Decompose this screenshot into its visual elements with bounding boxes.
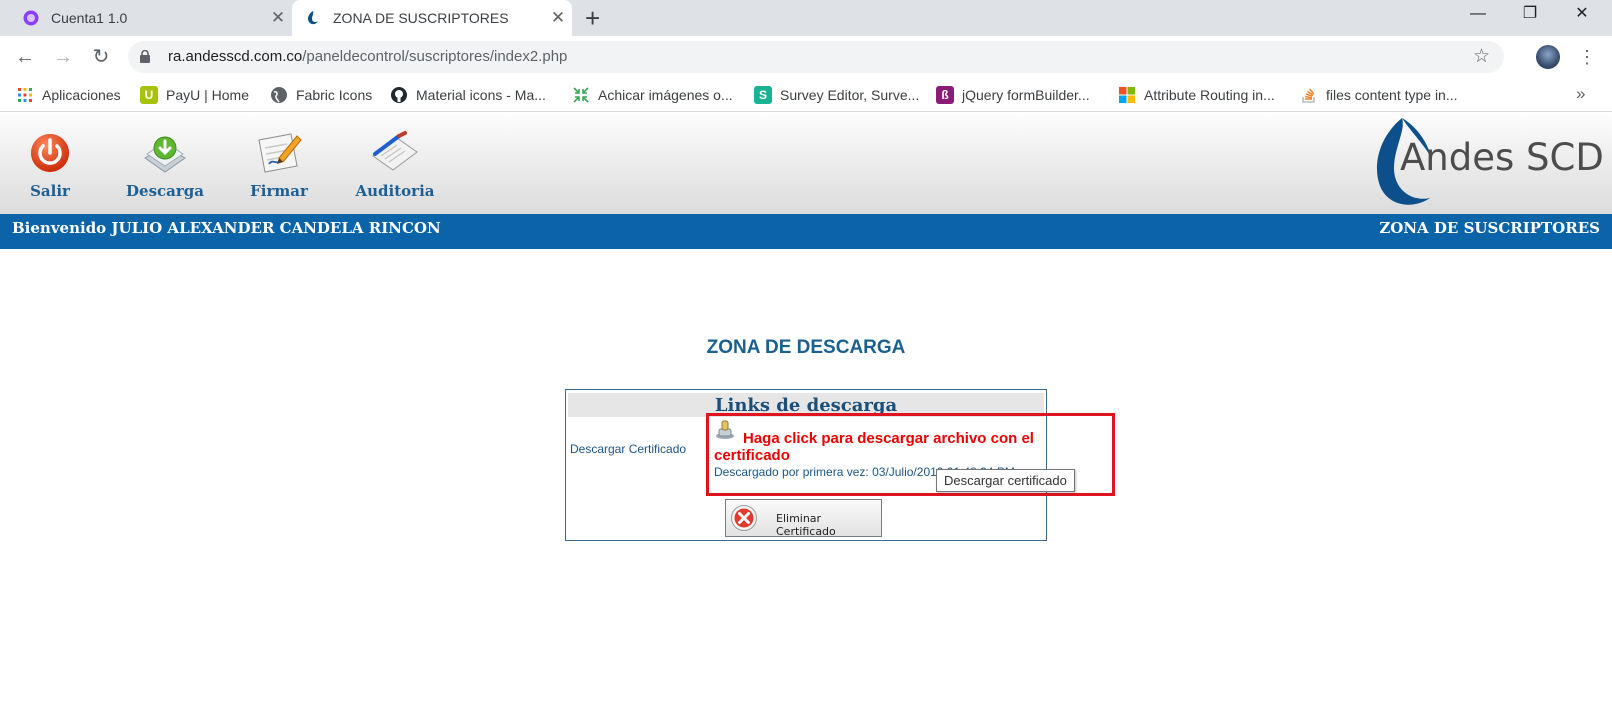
bookmark-label: Material icons - Ma...: [416, 87, 546, 103]
nav-salir[interactable]: Salir: [5, 128, 95, 200]
formbuilder-icon: ß: [936, 86, 954, 104]
restore-icon[interactable]: ❐: [1504, 0, 1556, 30]
back-icon[interactable]: ←: [12, 44, 38, 70]
bookmark-label: Attribute Routing in...: [1144, 87, 1275, 103]
minimize-icon[interactable]: —: [1452, 0, 1504, 30]
nav-label: Firmar: [250, 182, 308, 200]
bookmarks-bar: Aplicaciones U PayU | Home Fabric Icons …: [0, 78, 1612, 112]
browser-menu-icon[interactable]: ⋮: [1578, 44, 1596, 70]
nav-firmar[interactable]: Firmar: [234, 128, 324, 200]
bookmark-achicar[interactable]: Achicar imágenes o...: [572, 85, 733, 105]
bookmark-label: PayU | Home: [166, 87, 249, 103]
bookmark-attribute-routing[interactable]: Attribute Routing in...: [1118, 85, 1275, 105]
nav-label: Descarga: [126, 182, 204, 200]
logo-text: Andes SCD: [1400, 136, 1604, 179]
bookmark-material-icons[interactable]: Material icons - Ma...: [390, 85, 546, 105]
app-header: Salir Descarga Firmar Auditoria Andes SC…: [0, 114, 1612, 214]
zone-label: ZONA DE SUSCRIPTORES: [1379, 219, 1600, 237]
close-window-icon[interactable]: ✕: [1556, 0, 1608, 30]
welcome-bar: Bienvenido JULIO ALEXANDER CANDELA RINCO…: [0, 214, 1612, 249]
url-text: ra.andesscd.com.co/paneldecontrol/suscri…: [168, 48, 568, 65]
welcome-text: Bienvenido JULIO ALEXANDER CANDELA RINCO…: [12, 219, 441, 237]
microsoft-icon: [1119, 87, 1135, 103]
more-bookmarks-icon[interactable]: »: [1576, 84, 1585, 104]
power-icon: [31, 134, 69, 172]
download-icon: [144, 136, 186, 173]
tab-title: ZONA DE SUSCRIPTORES: [333, 10, 509, 26]
nav-auditoria[interactable]: Auditoria: [350, 128, 440, 200]
row-label: Descargar Certificado: [570, 442, 687, 456]
sign-icon: [258, 133, 302, 173]
new-tab-icon[interactable]: +: [585, 3, 600, 33]
bookmark-aplicaciones[interactable]: Aplicaciones: [16, 85, 121, 105]
bookmark-survey-editor[interactable]: S Survey Editor, Surve...: [754, 85, 919, 105]
bookmark-label: jQuery formBuilder...: [962, 87, 1090, 103]
bookmark-formbuilder[interactable]: ß jQuery formBuilder...: [936, 85, 1090, 105]
bookmark-label: Aplicaciones: [42, 87, 121, 103]
stackoverflow-icon: [1302, 88, 1315, 103]
nav-label: Auditoria: [355, 182, 435, 200]
andes-scd-logo: Andes SCD: [1372, 114, 1604, 212]
nav-label: Salir: [30, 182, 70, 200]
tab-title: Cuenta1 1.0: [51, 10, 128, 26]
bookmark-label: Survey Editor, Surve...: [780, 87, 920, 103]
bookmark-label: files content type in...: [1326, 87, 1458, 103]
page-title: ZONA DE DESCARGA: [706, 337, 906, 358]
delete-x-icon: [731, 505, 757, 531]
surveyjs-icon: S: [754, 86, 772, 104]
payu-icon: U: [140, 86, 158, 104]
bookmark-payu[interactable]: U PayU | Home: [140, 85, 249, 105]
forward-icon[interactable]: →: [50, 44, 76, 70]
tab-zona-suscriptores[interactable]: ZONA DE SUSCRIPTORES ✕: [292, 0, 572, 36]
close-tab-icon[interactable]: ✕: [544, 8, 572, 28]
reload-icon[interactable]: ↻: [88, 44, 114, 70]
bookmark-star-icon[interactable]: ☆: [1473, 41, 1490, 73]
delete-button-label: Eliminar Certificado: [776, 512, 836, 538]
close-tab-icon[interactable]: ✕: [264, 8, 292, 28]
nav-descarga[interactable]: Descarga: [120, 128, 210, 200]
tooltip: Descargar certificado: [936, 469, 1075, 492]
github-icon: [391, 87, 407, 103]
tab-strip: Cuenta1 1.0 ✕ ZONA DE SUSCRIPTORES ✕ + —…: [0, 0, 1612, 36]
tab-cuenta[interactable]: Cuenta1 1.0 ✕: [10, 0, 292, 36]
audit-icon: [372, 131, 418, 171]
globe-icon: [271, 87, 287, 103]
bookmark-fabric-icons[interactable]: Fabric Icons: [270, 85, 372, 105]
browser-toolbar: ← → ↻ ra.andesscd.com.co/paneldecontrol/…: [0, 36, 1612, 78]
tab-favicon-icon: [23, 10, 39, 26]
tab-favicon-icon: [308, 11, 318, 25]
apps-grid-icon: [18, 88, 32, 102]
bookmark-label: Achicar imágenes o...: [598, 87, 733, 103]
bookmark-label: Fabric Icons: [296, 87, 373, 103]
bookmark-files-content-type[interactable]: files content type in...: [1300, 85, 1458, 105]
profile-avatar[interactable]: [1536, 45, 1560, 69]
address-bar[interactable]: ra.andesscd.com.co/paneldecontrol/suscri…: [128, 41, 1504, 73]
lock-icon: [140, 50, 150, 63]
compress-icon: [573, 87, 589, 103]
delete-certificate-button[interactable]: Eliminar Certificado: [725, 499, 882, 538]
